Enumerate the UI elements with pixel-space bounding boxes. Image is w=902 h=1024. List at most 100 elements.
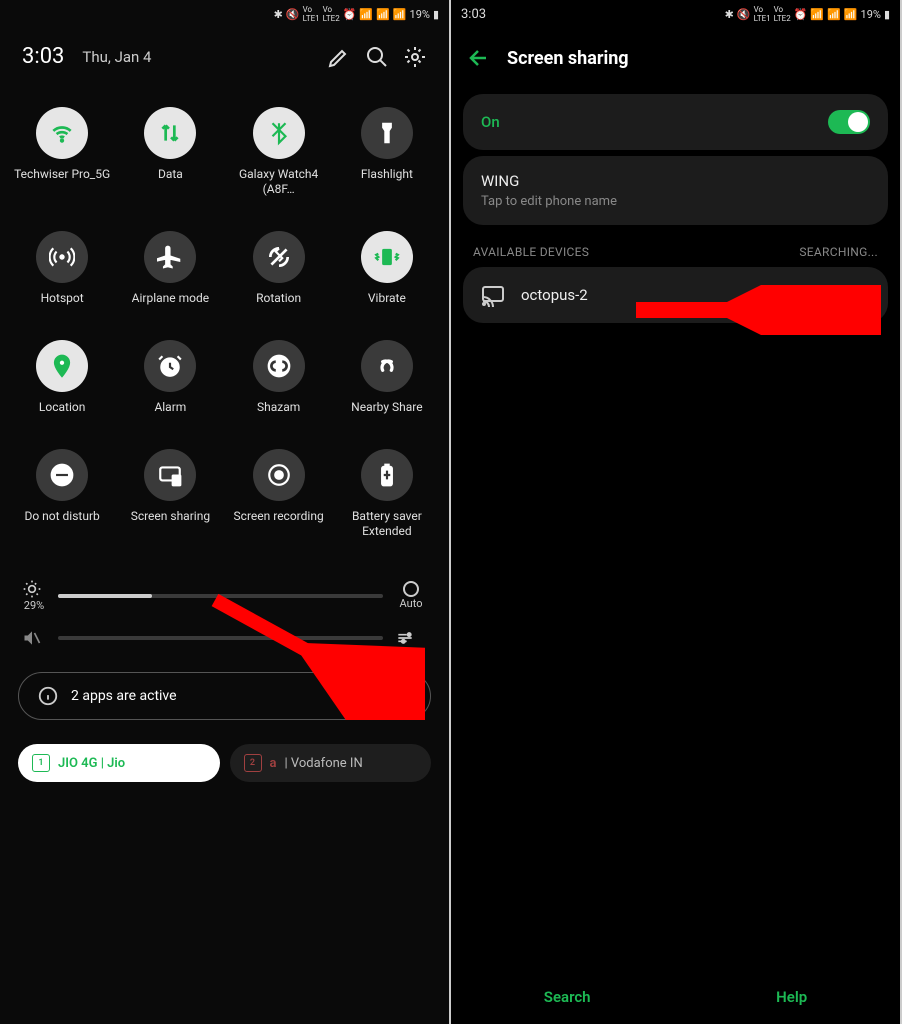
tile-label: Do not disturb	[24, 509, 99, 524]
volte-icon: VoLTE1	[303, 5, 320, 23]
qs-tile-alarm[interactable]: Alarm	[116, 328, 224, 437]
status-bar-right: 3:03 ✱ 🔇 VoLTE1 VoLTE2 ⏰ 📶 📶 📶 19% ▮	[451, 0, 900, 28]
sim2-chip[interactable]: 2 a | Vodafone IN	[230, 744, 432, 782]
qs-tile-wifi[interactable]: Techwiser Pro_5G	[8, 95, 116, 219]
qs-tiles-grid: Techwiser Pro_5G Data Galaxy Watch4 (A8F… F…	[0, 85, 449, 571]
brightness-value: 29%	[22, 599, 46, 612]
active-apps-button[interactable]: 2 apps are active ›	[18, 672, 431, 720]
tile-label: Screen recording	[234, 509, 324, 524]
qs-tile-rotation[interactable]: Rotation	[225, 219, 333, 328]
battery-icon: ▮	[884, 8, 890, 21]
edit-icon[interactable]	[327, 45, 351, 69]
battery-icon: ▮	[433, 8, 439, 21]
qs-header: 3:03 Thu, Jan 4	[0, 28, 449, 85]
phone-name-hint: Tap to edit phone name	[481, 194, 870, 209]
alarm-icon: ⏰	[794, 8, 808, 21]
qs-tile-flashlight[interactable]: Flashlight	[333, 95, 441, 219]
tile-label: Galaxy Watch4 (A8F…	[229, 167, 329, 197]
back-button[interactable]	[467, 46, 491, 70]
device-row-octopus[interactable]: octopus-2	[463, 267, 888, 323]
volume-row[interactable]	[0, 620, 449, 656]
sim1-chip[interactable]: 1 JIO 4G | Jio	[18, 744, 220, 782]
on-toggle-card[interactable]: On	[463, 94, 888, 150]
help-button[interactable]: Help	[776, 988, 807, 1006]
qs-tile-airplane[interactable]: Airplane mode	[116, 219, 224, 328]
auto-brightness[interactable]: Auto	[395, 581, 427, 610]
vibrate-icon	[361, 231, 413, 283]
flashlight-icon	[361, 107, 413, 159]
mute-icon: 🔇	[286, 8, 300, 21]
on-toggle[interactable]	[828, 110, 870, 134]
signal1-icon: 📶	[376, 8, 390, 21]
status-time: 3:03	[461, 7, 486, 22]
qs-tile-nearby[interactable]: Nearby Share	[333, 328, 441, 437]
qs-tile-location[interactable]: Location	[8, 328, 116, 437]
battery-pct-right: 19%	[861, 8, 881, 21]
tile-label: Location	[39, 400, 85, 415]
qs-tile-hotspot[interactable]: Hotspot	[8, 219, 116, 328]
sim2-icon: 2	[244, 754, 262, 772]
nearby-icon	[361, 340, 413, 392]
cast-icon	[481, 283, 505, 307]
search-icon[interactable]	[365, 45, 389, 69]
tile-label: Flashlight	[361, 167, 413, 182]
info-icon	[37, 685, 59, 707]
qs-tile-cast[interactable]: Screen sharing	[116, 437, 224, 561]
bluetooth-icon: ✱	[274, 8, 283, 21]
sim1-icon: 1	[32, 754, 50, 772]
status-bar: ✱ 🔇 VoLTE1 VoLTE2 ⏰ 📶 📶 📶 19% ▮	[0, 0, 449, 28]
airplane-icon	[144, 231, 196, 283]
battery-pct: 19%	[410, 8, 430, 21]
active-apps-label: 2 apps are active	[71, 688, 395, 704]
tile-label: Nearby Share	[351, 400, 422, 415]
shazam-icon	[253, 340, 305, 392]
data-icon	[144, 107, 196, 159]
mute-icon: 🔇	[737, 8, 751, 21]
phone-name: WING	[481, 172, 870, 190]
qs-tile-battery[interactable]: Battery saver Extended	[333, 437, 441, 561]
qs-tile-dnd[interactable]: Do not disturb	[8, 437, 116, 561]
date: Thu, Jan 4	[82, 48, 313, 66]
screen-sharing-header: Screen sharing	[451, 28, 900, 88]
phone-name-card[interactable]: WING Tap to edit phone name	[463, 156, 888, 225]
tile-label: Hotspot	[41, 291, 84, 306]
wifi-icon	[36, 107, 88, 159]
qs-tile-vibrate[interactable]: Vibrate	[333, 219, 441, 328]
brightness-slider[interactable]	[58, 594, 383, 598]
quick-settings-screen: ✱ 🔇 VoLTE1 VoLTE2 ⏰ 📶 📶 📶 19% ▮ 3:03 Thu…	[0, 0, 449, 1024]
tile-label: Alarm	[154, 400, 186, 415]
brightness-icon: 29%	[22, 579, 46, 612]
search-button[interactable]: Search	[544, 988, 591, 1006]
dnd-icon	[36, 449, 88, 501]
sim-row: 1 JIO 4G | Jio 2 a | Vodafone IN	[0, 736, 449, 800]
cast-icon	[144, 449, 196, 501]
qs-tile-shazam[interactable]: Shazam	[225, 328, 333, 437]
tile-label: Data	[158, 167, 183, 182]
brightness-row[interactable]: 29% Auto	[0, 571, 449, 620]
record-icon	[253, 449, 305, 501]
status-icons: ✱ 🔇 VoLTE1 VoLTE2 ⏰ 📶 📶 📶 19% ▮	[274, 5, 439, 23]
wifi-icon: 📶	[810, 8, 824, 21]
volte2-icon: VoLTE2	[774, 5, 791, 23]
hotspot-icon	[36, 231, 88, 283]
volume-icon	[22, 628, 46, 648]
searching-label: SEARCHING...	[799, 245, 878, 259]
bluetooth-icon: ✱	[725, 8, 734, 21]
tile-label: Vibrate	[368, 291, 406, 306]
section-label: AVAILABLE DEVICES	[473, 245, 589, 259]
settings-icon[interactable]	[403, 45, 427, 69]
qs-tile-bluetooth[interactable]: Galaxy Watch4 (A8F…	[225, 95, 333, 219]
on-label: On	[481, 113, 500, 131]
qs-tile-record[interactable]: Screen recording	[225, 437, 333, 561]
alarm-icon	[144, 340, 196, 392]
volume-slider[interactable]	[58, 636, 383, 640]
screen-sharing-screen: 3:03 ✱ 🔇 VoLTE1 VoLTE2 ⏰ 📶 📶 📶 19% ▮ Scr…	[451, 0, 900, 1024]
sound-settings-icon[interactable]	[395, 628, 427, 648]
wifi-icon: 📶	[359, 8, 373, 21]
rotation-icon	[253, 231, 305, 283]
bottom-actions: Search Help	[451, 988, 900, 1006]
qs-tile-data[interactable]: Data	[116, 95, 224, 219]
status-icons-right: ✱ 🔇 VoLTE1 VoLTE2 ⏰ 📶 📶 📶 19% ▮	[725, 5, 890, 23]
location-icon	[36, 340, 88, 392]
alarm-icon: ⏰	[343, 8, 357, 21]
